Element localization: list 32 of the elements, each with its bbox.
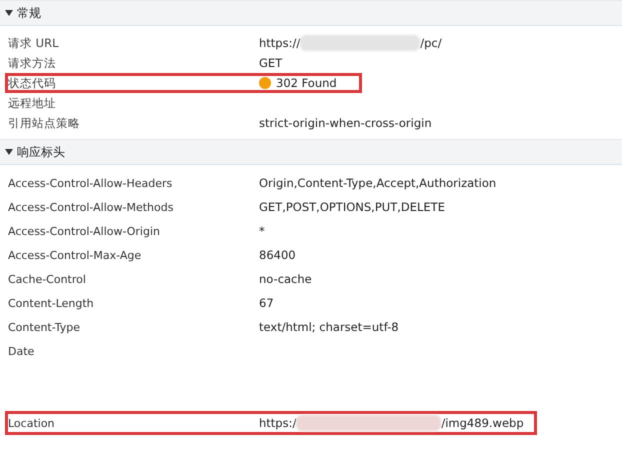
header-value: https:/ — [259, 416, 296, 430]
header-value: 302 Found — [276, 76, 337, 90]
header-value: 67 — [259, 296, 274, 310]
header-name: Access-Control-Allow-Origin — [8, 224, 162, 238]
header-value: /pc/ — [420, 36, 442, 50]
header-name: Access-Control-Allow-Methods — [8, 200, 174, 214]
header-name: Date — [8, 344, 36, 358]
header-name: Access-Control-Max-Age — [8, 248, 142, 262]
header-name: Content-Type — [8, 320, 81, 334]
header-value: Origin,Content-Type,Accept,Authorization — [259, 176, 496, 190]
header-value: strict-origin-when-cross-origin — [259, 116, 432, 130]
triangle-icon — [5, 9, 13, 17]
header-name: 引用站点策略 — [8, 116, 81, 130]
header-name: 状态代码 — [8, 76, 57, 90]
header-name: Content-Length — [8, 296, 95, 310]
header-name: Cache-Control — [8, 272, 87, 286]
triangle-icon — [5, 148, 13, 156]
header-name: 请求 URL — [8, 36, 60, 50]
header-name: Access-Control-Allow-Headers — [8, 176, 174, 190]
header-name: 请求方法 — [8, 56, 57, 70]
header-name: Location — [8, 416, 56, 430]
header-value: no-cache — [259, 272, 312, 286]
header-value: GET,POST,OPTIONS,PUT,DELETE — [259, 200, 445, 214]
section-header[interactable]: 响应标头 — [0, 139, 622, 165]
header-value: https:// — [259, 36, 300, 50]
header-value: GET — [259, 56, 282, 70]
header-value: text/html; charset=utf-8 — [259, 320, 399, 334]
header-value: * — [259, 224, 265, 238]
header-value: /img489.webp — [441, 416, 524, 430]
header-name: 远程地址 — [8, 96, 57, 110]
header-value: 86400 — [259, 248, 296, 262]
section-header[interactable]: 常规 — [0, 0, 622, 26]
